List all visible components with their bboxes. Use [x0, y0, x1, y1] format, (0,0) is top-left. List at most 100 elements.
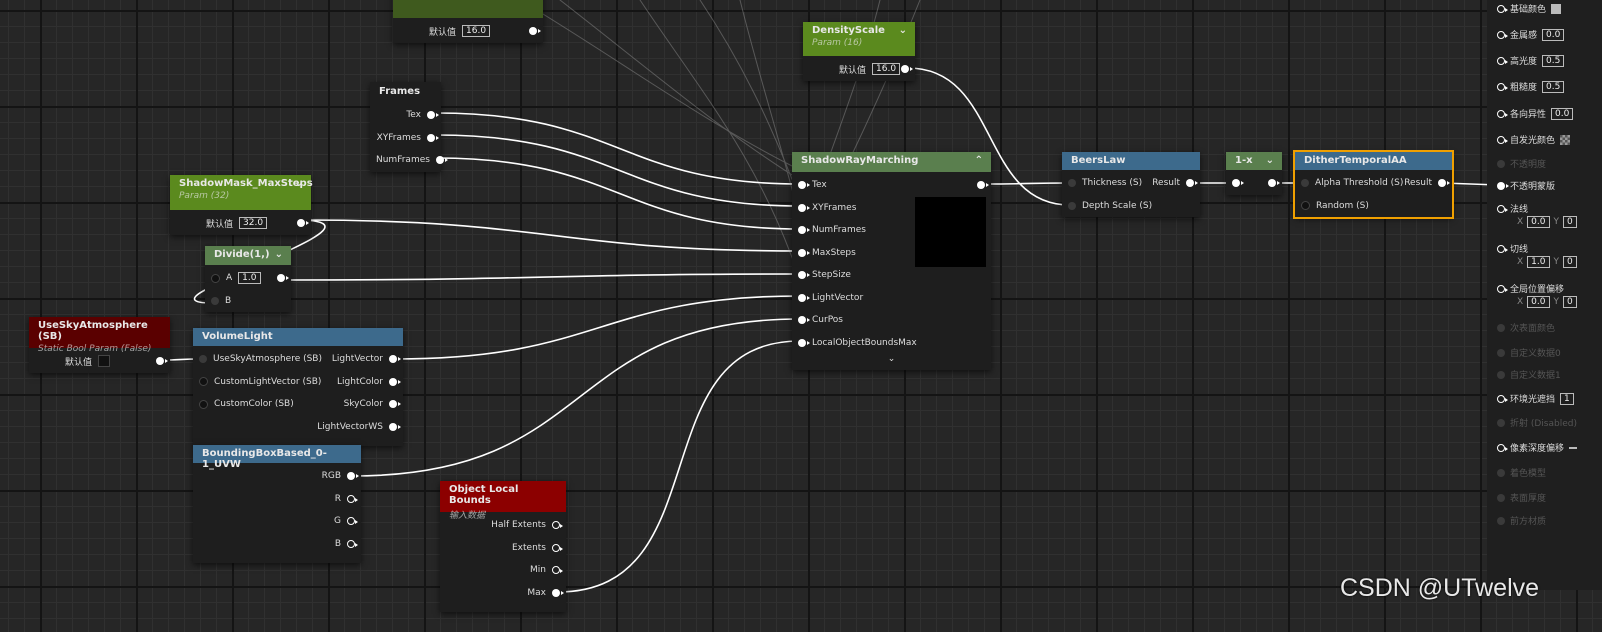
node-header[interactable]: ShadowMask_MaxSteps Param (32) ⌄ [170, 175, 313, 210]
node-volumelight[interactable]: VolumeLight UseSkyAtmosphere (SB) LightVec… [193, 328, 403, 446]
node-top_param[interactable]: Param (16)⌄ 默认值 16.0 [393, 0, 543, 43]
node-dither[interactable]: DitherTemporalAA Alpha Threshold (S) Resul… [1293, 150, 1454, 219]
material-input-pin[interactable] [1497, 56, 1508, 65]
chevron-down-icon[interactable]: ⌄ [275, 249, 283, 260]
input-pin[interactable] [1232, 179, 1244, 188]
material-input-pin[interactable] [1497, 244, 1508, 253]
material-input-pin[interactable] [1497, 30, 1508, 39]
node-header[interactable]: 1-x ⌄ [1226, 152, 1282, 170]
default-value-field[interactable]: 32.0 [239, 217, 268, 230]
output-pin[interactable] [389, 422, 401, 431]
output-pin-row[interactable]: 前方材质 [1497, 514, 1546, 527]
node-header[interactable]: Param (16)⌄ [393, 0, 543, 18]
material-input-pin[interactable] [1497, 4, 1508, 13]
material-input-pin[interactable] [1497, 493, 1505, 502]
expand-chevron-icon[interactable]: ⌄ [792, 354, 991, 370]
y-field[interactable]: 0 [1563, 216, 1577, 228]
output-pin-row[interactable]: 着色模型 [1497, 466, 1546, 479]
material-input-pin[interactable] [1497, 181, 1509, 190]
material-input-pin[interactable] [1497, 516, 1505, 525]
material-input-pin[interactable] [1497, 323, 1505, 332]
output-pin-row[interactable]: 自定义数据1 [1497, 368, 1561, 381]
node-srm[interactable]: ShadowRayMarching ⌃ Tex XYFrames NumFrames Ma… [792, 152, 991, 370]
node-divide[interactable]: Divide(1,) ⌄ A 1.0 B [205, 246, 291, 312]
material-input-pin[interactable] [1497, 135, 1508, 144]
input-pin[interactable] [798, 226, 810, 235]
input-pin[interactable] [211, 296, 219, 305]
material-input-pin[interactable] [1497, 394, 1508, 403]
output-pin[interactable] [347, 517, 358, 526]
node-beers[interactable]: BeersLaw Thickness (S) Result Depth Scale (… [1062, 152, 1200, 217]
output-pin-row[interactable]: 切线 [1497, 242, 1528, 255]
node-header[interactable]: BoundingBoxBased_0-1_UVW [193, 445, 361, 470]
output-pin-row[interactable]: 环境光遮挡 1 [1497, 392, 1574, 405]
output-pin[interactable] [552, 588, 564, 597]
input-pin[interactable] [798, 181, 810, 190]
output-pin-row[interactable]: 自定义数据0 [1497, 346, 1561, 359]
output-pin[interactable] [1186, 179, 1198, 188]
node-header[interactable]: DensityScale Param (16) ⌄ [803, 22, 915, 56]
material-input-pin[interactable] [1497, 443, 1508, 452]
output-pin[interactable] [156, 357, 168, 366]
node-header[interactable]: Object Local Bounds 输入数据 [440, 481, 566, 521]
input-pin[interactable] [798, 248, 810, 257]
node-header[interactable]: VolumeLight [193, 328, 403, 346]
chevron-down-icon[interactable]: ⌄ [295, 178, 303, 189]
node-header[interactable]: DitherTemporalAA [1295, 152, 1452, 170]
input-pin[interactable] [798, 271, 810, 280]
input-pin[interactable] [1068, 201, 1076, 210]
input-pin[interactable] [798, 293, 810, 302]
input-pin[interactable] [1068, 179, 1076, 188]
node-header[interactable]: BeersLaw [1062, 152, 1200, 170]
node-onex[interactable]: 1-x ⌄ [1226, 152, 1282, 195]
output-pin[interactable] [389, 377, 401, 386]
output-pin[interactable] [427, 133, 439, 142]
output-pin-row[interactable]: 基础颜色 [1497, 2, 1562, 15]
color-swatch[interactable] [1560, 134, 1571, 145]
output-pin-row[interactable]: 折射 (Disabled) [1497, 416, 1577, 429]
x-field[interactable]: 0.0 [1527, 296, 1550, 308]
output-pin[interactable] [297, 219, 309, 228]
output-pin-row[interactable]: 粗糙度 0.5 [1497, 80, 1565, 93]
node-olb[interactable]: Object Local Bounds 输入数据 Half Extents Exten… [440, 481, 566, 612]
collapse-chevron-icon[interactable]: ⌃ [975, 155, 983, 166]
node-density[interactable]: DensityScale Param (16) ⌄ 默认值 16.0 [803, 22, 915, 81]
material-input-value[interactable]: 0.5 [1542, 54, 1565, 67]
output-pin[interactable] [389, 400, 401, 409]
output-pin-row[interactable]: 各向异性 0.0 [1497, 107, 1574, 120]
material-input-pin[interactable] [1497, 82, 1508, 91]
material-input-value[interactable]: 0.0 [1551, 107, 1574, 120]
chevron-down-icon[interactable]: ⌄ [899, 25, 907, 36]
output-pin[interactable] [427, 111, 439, 120]
chevron-down-icon[interactable]: ⌄ [1266, 155, 1274, 166]
output-pin[interactable] [435, 156, 448, 165]
default-value-checkbox[interactable] [98, 355, 111, 368]
material-input-pin[interactable] [1497, 204, 1508, 213]
output-pin[interactable] [347, 539, 358, 548]
material-input-pin[interactable] [1497, 468, 1505, 477]
node-header[interactable]: UseSkyAtmosphere (SB) Static Bool Param (… [29, 317, 170, 354]
output-pin[interactable] [552, 543, 563, 552]
input-pin[interactable] [1301, 179, 1309, 188]
input-pin[interactable] [798, 203, 810, 212]
output-pin[interactable] [1438, 179, 1450, 188]
material-input-pin[interactable] [1497, 348, 1505, 357]
output-pin-row[interactable]: 法线 [1497, 202, 1528, 215]
output-pin-row[interactable]: 像素深度偏移 [1497, 441, 1578, 454]
output-pin-row[interactable]: 自发光颜色 [1497, 133, 1571, 146]
output-pin-row[interactable]: 金属感 0.0 [1497, 28, 1565, 41]
material-input-value[interactable] [1569, 446, 1578, 449]
default-value-field[interactable]: 1.0 [238, 272, 261, 285]
output-pin-row[interactable]: 不透明蒙版 [1497, 179, 1555, 192]
output-pin-row[interactable]: 全局位置偏移 [1497, 282, 1564, 295]
input-pin[interactable] [199, 377, 208, 387]
material-input-pin[interactable] [1497, 159, 1505, 168]
node-header[interactable]: Divide(1,) ⌄ [205, 246, 291, 265]
node-header[interactable]: ShadowRayMarching ⌃ [792, 152, 991, 172]
input-pin[interactable] [199, 355, 207, 364]
output-pin-row[interactable]: 次表面颜色 [1497, 321, 1555, 334]
material-input-value[interactable]: 0.5 [1542, 80, 1565, 93]
default-value-field[interactable]: 16.0 [462, 25, 491, 38]
output-pin[interactable] [901, 65, 913, 74]
y-field[interactable]: 0 [1563, 296, 1577, 308]
